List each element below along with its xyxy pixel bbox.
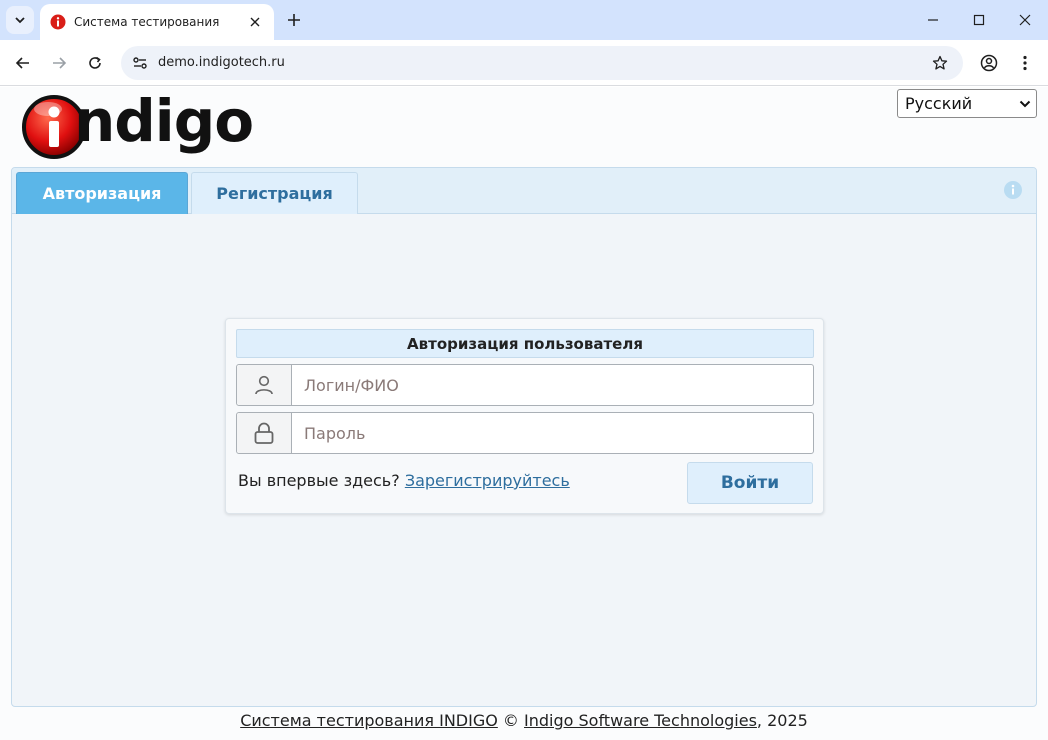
back-button[interactable] bbox=[9, 49, 37, 77]
password-input[interactable] bbox=[292, 413, 813, 453]
login-field bbox=[236, 364, 814, 406]
page-content: ndigo Русский Авторизация Регистрация Ав… bbox=[0, 87, 1048, 740]
address-bar[interactable]: demo.indigotech.ru bbox=[121, 46, 963, 80]
reload-button[interactable] bbox=[81, 49, 109, 77]
arrow-left-icon bbox=[15, 57, 29, 69]
info-icon[interactable] bbox=[1003, 180, 1023, 200]
login-input[interactable] bbox=[292, 365, 813, 405]
plus-icon bbox=[288, 14, 300, 26]
lock-icon bbox=[254, 422, 274, 444]
tab-search-button[interactable] bbox=[6, 6, 34, 34]
tab-registration[interactable]: Регистрация bbox=[191, 172, 358, 214]
chevron-down-icon bbox=[15, 17, 25, 24]
close-window-button[interactable] bbox=[1002, 4, 1048, 36]
browser-tab-title: Система тестирования bbox=[74, 15, 220, 29]
footer-year: , 2025 bbox=[756, 711, 808, 730]
footer-company-link[interactable]: Indigo Software Technologies bbox=[524, 711, 757, 730]
indigo-favicon-icon bbox=[50, 14, 66, 30]
new-tab-button[interactable] bbox=[282, 8, 306, 32]
register-link[interactable]: Зарегистрируйтесь bbox=[405, 471, 570, 490]
main-panel: Авторизация Регистрация Авторизация поль… bbox=[11, 167, 1037, 707]
arrow-right-icon bbox=[53, 57, 67, 69]
signup-prompt: Вы впервые здесь? Зарегистрируйтесь bbox=[238, 471, 570, 490]
login-form: Авторизация пользователя Логин/ФИО Вы вп… bbox=[225, 318, 824, 514]
close-icon bbox=[1019, 14, 1031, 26]
maximize-icon bbox=[973, 14, 985, 26]
footer-copyright: © bbox=[502, 711, 519, 730]
browser-tab[interactable]: Система тестирования bbox=[40, 4, 274, 40]
forward-button[interactable] bbox=[45, 49, 73, 77]
browser-menu-button[interactable] bbox=[1011, 49, 1039, 77]
password-field-addon bbox=[237, 413, 292, 453]
reload-icon bbox=[89, 56, 101, 69]
browser-toolbar: demo.indigotech.ru bbox=[0, 40, 1048, 86]
minimize-icon bbox=[928, 19, 938, 21]
site-info-icon[interactable] bbox=[129, 52, 151, 74]
minimize-button[interactable] bbox=[910, 4, 956, 36]
panel-tab-bar: Авторизация Регистрация bbox=[12, 168, 1036, 214]
password-field bbox=[236, 412, 814, 454]
browser-tabstrip: Система тестирования bbox=[0, 0, 1048, 40]
bookmark-star-icon[interactable] bbox=[929, 52, 951, 74]
signup-prompt-text: Вы впервые здесь? bbox=[238, 471, 400, 490]
login-form-title: Авторизация пользователя bbox=[236, 329, 814, 358]
language-select[interactable]: Русский bbox=[897, 89, 1037, 118]
login-field-addon bbox=[237, 365, 292, 405]
profile-icon bbox=[980, 54, 998, 72]
tab-authorization[interactable]: Авторизация bbox=[16, 172, 188, 214]
maximize-button[interactable] bbox=[956, 4, 1002, 36]
user-icon bbox=[255, 375, 273, 395]
footer: Система тестирования INDIGO © Indigo Sof… bbox=[0, 711, 1048, 730]
logo-text: ndigo bbox=[74, 87, 254, 155]
profile-button[interactable] bbox=[975, 49, 1003, 77]
indigo-logo: ndigo bbox=[20, 87, 254, 161]
login-button[interactable]: Войти bbox=[687, 462, 813, 504]
language-select-value: Русский bbox=[905, 94, 973, 113]
chevron-down-icon bbox=[1019, 100, 1031, 108]
url-text[interactable]: demo.indigotech.ru bbox=[158, 55, 285, 70]
kebab-menu-icon bbox=[1023, 55, 1027, 71]
close-tab-icon[interactable] bbox=[246, 13, 264, 31]
footer-system-link[interactable]: Система тестирования INDIGO bbox=[240, 711, 498, 730]
